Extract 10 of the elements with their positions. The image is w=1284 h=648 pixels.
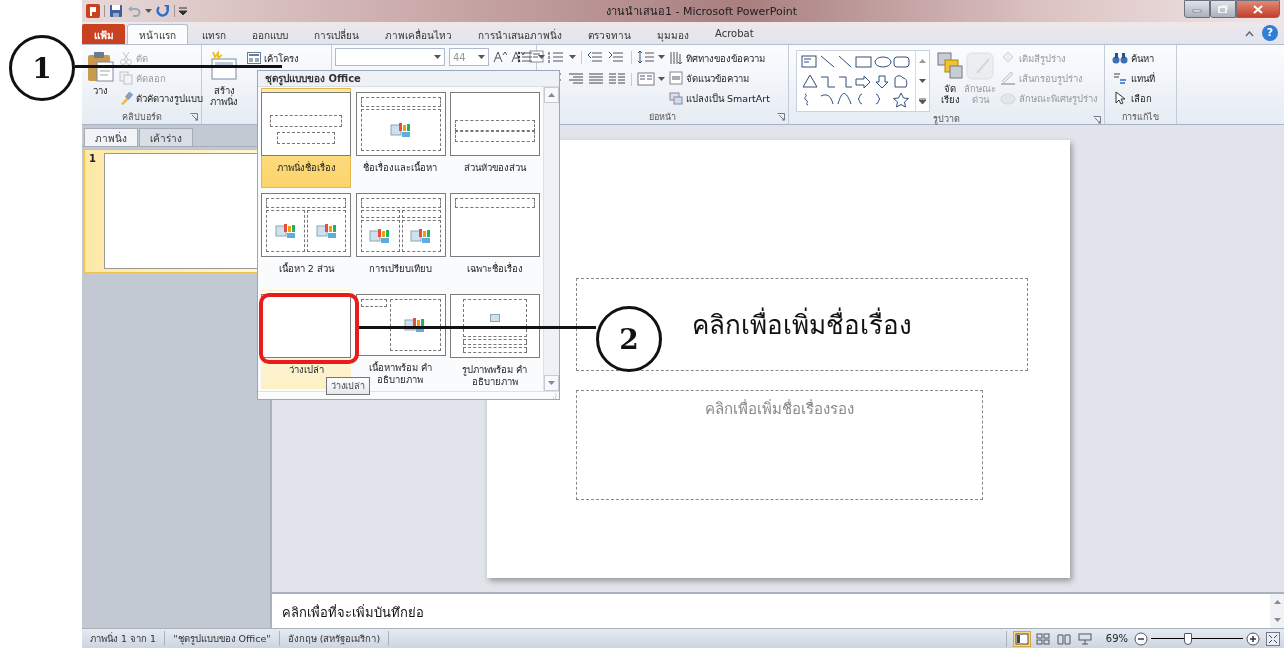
gallery-title: ชุดรูปแบบของ Office: [265, 72, 361, 87]
group-label: คลิปบอร์ด: [121, 110, 162, 124]
group-label: การแก้ไข: [1122, 110, 1159, 124]
status-text: อังกฤษ (สหรัฐอเมริกา): [279, 631, 390, 646]
status-text: "ชุดรูปแบบของ Office": [165, 631, 280, 646]
group-label: รูปวาด: [933, 113, 960, 126]
group-label: ย่อหน้า: [649, 110, 676, 124]
tooltip: ว่างเปล่า: [326, 377, 370, 395]
window-title: งานนำเสนอ1 - Microsoft PowerPoint: [605, 4, 799, 20]
status-text: ภาพนิ่ง 1 จาก 1: [82, 631, 166, 646]
